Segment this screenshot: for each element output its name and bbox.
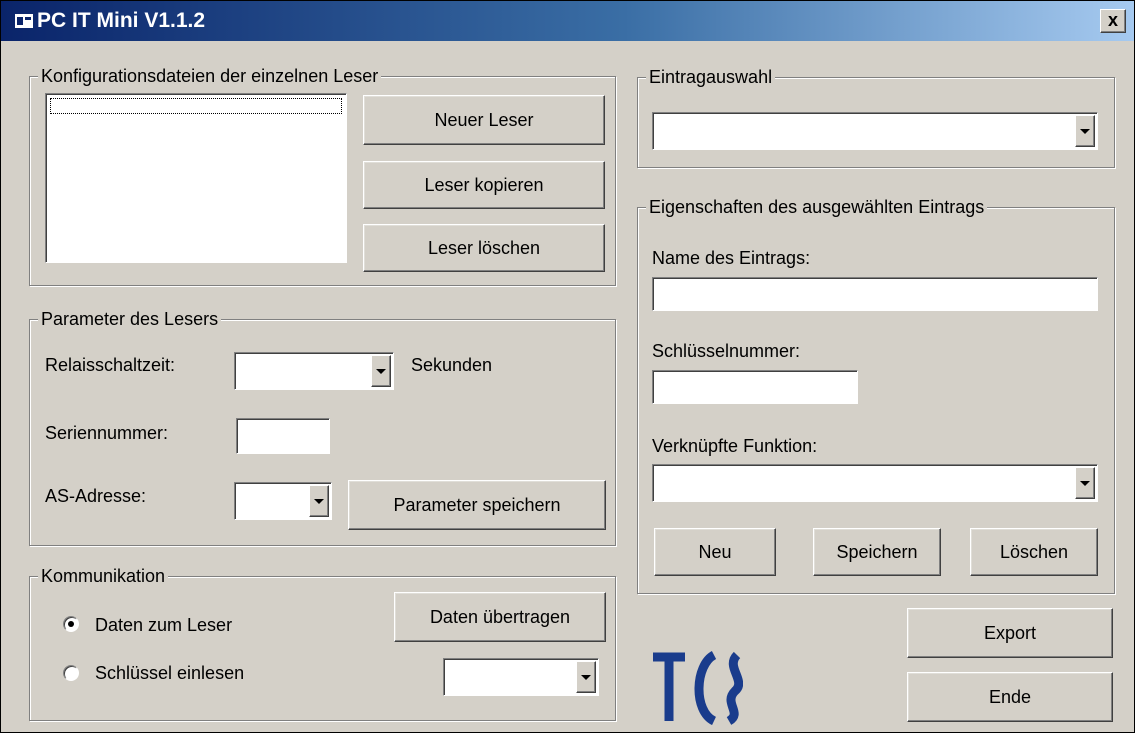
copy-reader-button[interactable]: Leser kopieren [363, 161, 605, 209]
port-dropdown[interactable] [443, 658, 599, 696]
relay-time-label: Relaisschaltzeit: [45, 355, 176, 375]
chevron-down-icon [1080, 128, 1090, 134]
reader-parameters-legend: Parameter des Lesers [38, 307, 222, 331]
communication-legend: Kommunikation [38, 564, 169, 588]
entry-name-input[interactable] [653, 278, 1097, 310]
serial-number-label: Seriennummer: [45, 423, 169, 443]
as-address-dropdown[interactable] [234, 482, 332, 520]
entry-name-field[interactable] [652, 277, 1098, 311]
config-files-legend: Konfigurationsdateien der einzelnen Lese… [38, 64, 382, 88]
linked-function-dropdown[interactable] [652, 464, 1098, 502]
entry-selection-dropdown-arrow[interactable] [1075, 115, 1095, 147]
app-window: PC IT Mini V1.1.2 x Konfigurationsdateie… [0, 0, 1135, 733]
export-button[interactable]: Export [907, 608, 1113, 658]
relay-time-dropdown-arrow[interactable] [371, 355, 391, 387]
linked-function-dropdown-arrow[interactable] [1075, 467, 1095, 499]
entry-selection-legend: Eintragauswahl [646, 65, 776, 89]
radio-checked-dot [68, 621, 74, 627]
delete-entry-button[interactable]: Löschen [970, 528, 1098, 576]
title-bar[interactable]: PC IT Mini V1.1.2 x [1, 1, 1134, 41]
key-number-field[interactable] [652, 370, 858, 404]
serial-number-input[interactable] [237, 419, 329, 453]
radio-data-to-reader-label[interactable]: Daten zum Leser [95, 614, 232, 636]
new-reader-button[interactable]: Neuer Leser [363, 95, 605, 145]
as-address-label: AS-Adresse: [45, 486, 147, 506]
key-number-label: Schlüsselnummer: [652, 341, 801, 361]
serial-number-field[interactable] [236, 418, 330, 454]
radio-read-keys-label[interactable]: Schlüssel einlesen [95, 662, 244, 684]
radio-read-keys[interactable] [63, 665, 79, 681]
window-title: PC IT Mini V1.1.2 [37, 9, 206, 32]
chevron-down-icon [314, 498, 324, 504]
tcs-logo [653, 651, 743, 725]
new-entry-button[interactable]: Neu [654, 528, 776, 576]
entry-name-label: Name des Eintrags: [652, 248, 811, 268]
save-entry-button[interactable]: Speichern [813, 528, 941, 576]
reader-config-list[interactable] [45, 93, 347, 263]
chevron-down-icon [1080, 480, 1090, 486]
close-icon: x [1107, 10, 1118, 30]
relay-unit-label: Sekunden [411, 355, 493, 375]
app-icon [15, 14, 33, 28]
key-number-input[interactable] [653, 371, 857, 403]
entry-selection-dropdown[interactable] [652, 112, 1098, 150]
list-focus-row[interactable] [50, 98, 342, 114]
transfer-data-button[interactable]: Daten übertragen [394, 592, 606, 642]
save-parameters-button[interactable]: Parameter speichern [348, 480, 606, 530]
close-button[interactable]: x [1100, 9, 1126, 33]
chevron-down-icon [376, 368, 386, 374]
radio-data-to-reader[interactable] [63, 616, 79, 632]
relay-time-dropdown[interactable] [234, 352, 394, 390]
as-address-dropdown-arrow[interactable] [309, 485, 329, 517]
delete-reader-button[interactable]: Leser löschen [363, 224, 605, 272]
chevron-down-icon [581, 674, 591, 680]
linked-function-label: Verknüpfte Funktion: [652, 436, 818, 456]
end-button[interactable]: Ende [907, 672, 1113, 722]
entry-properties-legend: Eigenschaften des ausgewählten Eintrags [646, 195, 988, 219]
port-dropdown-arrow[interactable] [576, 661, 596, 693]
